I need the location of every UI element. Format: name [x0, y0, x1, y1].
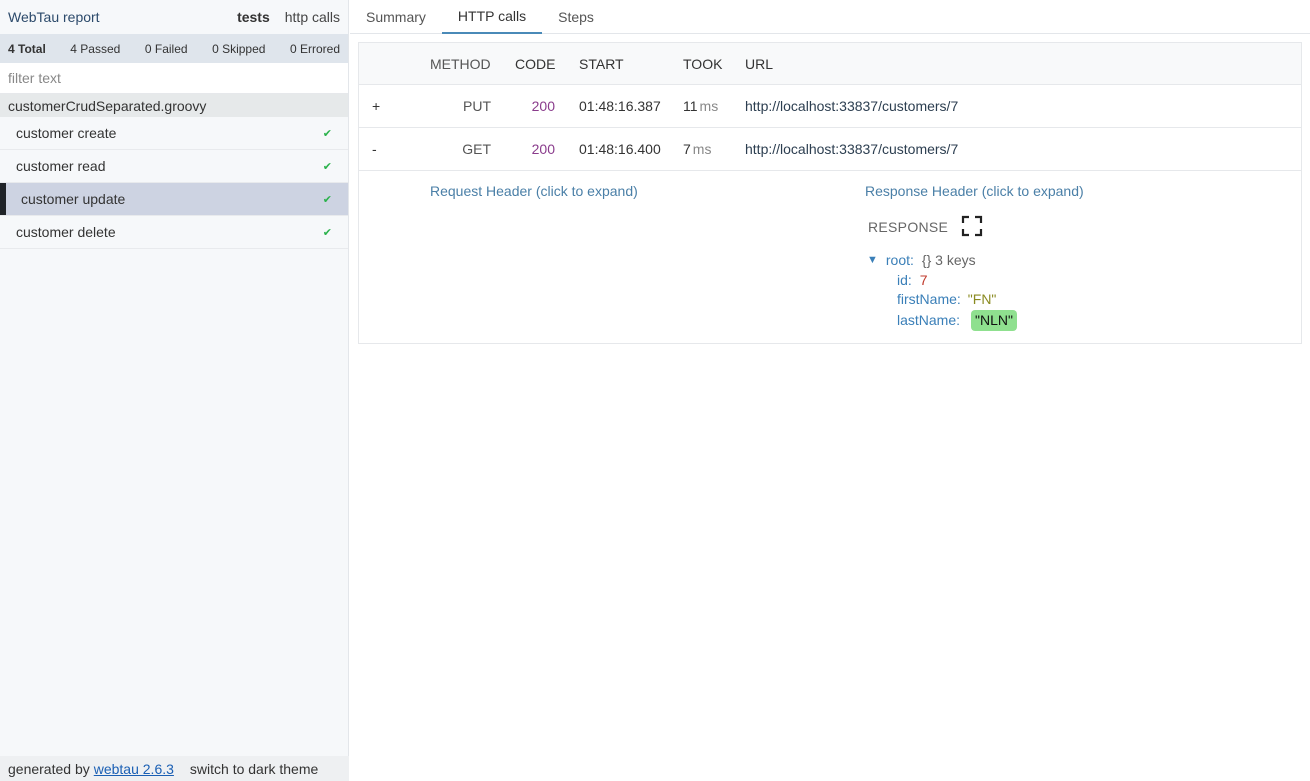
took-unit: ms [692, 141, 712, 157]
check-icon: ✔ [322, 226, 332, 239]
took-value: 11 [683, 98, 698, 114]
test-item-customer-update[interactable]: customer update ✔ [0, 183, 348, 216]
test-item-customer-delete[interactable]: customer delete ✔ [0, 216, 348, 249]
json-meta: {} 3 keys [921, 252, 976, 268]
json-string-highlighted: "NLN" [971, 309, 1017, 331]
col-method: METHOD [430, 55, 491, 72]
test-item-customer-create[interactable]: customer create ✔ [0, 117, 348, 150]
filter-container [0, 63, 348, 94]
stat-errored[interactable]: 0 Errored [290, 42, 340, 56]
request-header-toggle[interactable]: Request Header (click to expand) [430, 183, 638, 199]
took-cell: 7 ms [661, 141, 745, 157]
code-cell: 200 [531, 141, 555, 157]
response-header-toggle[interactable]: Response Header (click to expand) [865, 183, 1084, 199]
stats-bar: 4 Total 4 Passed 0 Failed 0 Skipped 0 Er… [0, 34, 348, 63]
took-cell: 11 ms [661, 98, 745, 114]
stat-total[interactable]: 4 Total [8, 42, 46, 56]
took-unit: ms [699, 98, 719, 114]
code-cell: 200 [531, 98, 555, 114]
call-details: Request Header (click to expand) Respons… [359, 171, 1301, 343]
check-icon: ✔ [322, 193, 332, 206]
check-icon: ✔ [322, 160, 332, 173]
tab-summary[interactable]: Summary [350, 0, 442, 34]
expand-toggle[interactable]: + [359, 98, 430, 114]
sidebar-header: WebTau report tests http calls [0, 0, 348, 34]
took-value: 7 [683, 141, 691, 157]
start-cell: 01:48:16.387 [579, 98, 661, 114]
col-took: TOOK [683, 55, 723, 72]
test-item-label: customer delete [16, 224, 116, 240]
table-row[interactable]: + PUT 200 01:48:16.387 11 ms http://local… [359, 85, 1301, 128]
table-row[interactable]: - GET 200 01:48:16.400 7 ms http://localh… [359, 128, 1301, 171]
col-code: CODE [515, 55, 556, 72]
mode-http-calls-button[interactable]: http calls [285, 9, 340, 25]
col-url: URL [745, 55, 774, 72]
json-key: firstName: [897, 291, 961, 307]
json-key: id: [897, 271, 912, 288]
mode-tests-button[interactable]: tests [237, 9, 270, 25]
start-cell: 01:48:16.400 [579, 141, 661, 157]
switch-theme-button[interactable]: switch to dark theme [190, 761, 318, 777]
json-tree: ▼ root: {} 3 keys id: 7 firstName: "FN" … [867, 251, 1017, 331]
sidebar: WebTau report tests http calls 4 Total 4… [0, 0, 349, 781]
collapse-toggle[interactable]: - [359, 141, 430, 157]
generated-by-label: generated by [8, 760, 90, 777]
test-item-label: customer update [21, 191, 126, 207]
method-cell: PUT [463, 98, 491, 114]
webtau-version-link[interactable]: webtau 2.6.3 [94, 761, 174, 777]
json-number: 7 [919, 271, 928, 288]
json-string: "FN" [967, 291, 997, 307]
app-title[interactable]: WebTau report [8, 9, 222, 25]
filter-input[interactable] [8, 70, 340, 86]
fullscreen-icon[interactable] [961, 215, 983, 237]
test-file-header: customerCrudSeparated.groovy [0, 94, 348, 117]
test-item-label: customer create [16, 125, 117, 141]
sidebar-footer: generated by webtau 2.6.3 switch to dark… [0, 756, 349, 781]
check-icon: ✔ [322, 127, 332, 140]
json-lastname-line: lastName: "NLN" [867, 309, 1017, 331]
json-key: root: [885, 252, 914, 268]
test-item-label: customer read [16, 158, 106, 174]
col-start: START [579, 55, 624, 72]
stat-skipped[interactable]: 0 Skipped [212, 42, 265, 56]
stat-failed[interactable]: 0 Failed [145, 42, 188, 56]
url-cell: http://localhost:33837/customers/7 [745, 141, 959, 157]
tab-steps[interactable]: Steps [542, 0, 610, 34]
tab-http-calls[interactable]: HTTP calls [441, 0, 543, 34]
http-calls-table: METHOD CODE START TOOK URL + PUT 200 01:… [358, 42, 1302, 344]
collapse-arrow-icon[interactable]: ▼ [867, 251, 878, 271]
json-root-line[interactable]: ▼ root: {} 3 keys [867, 251, 1017, 271]
response-label: RESPONSE [868, 219, 949, 235]
table-header-row: METHOD CODE START TOOK URL [359, 43, 1301, 85]
url-cell: http://localhost:33837/customers/7 [745, 98, 959, 114]
tab-bar: Summary HTTP calls Steps [350, 0, 1310, 34]
method-cell: GET [462, 141, 491, 157]
main-panel: Summary HTTP calls Steps METHOD CODE STA… [350, 0, 1310, 781]
stat-passed[interactable]: 4 Passed [70, 42, 120, 56]
json-firstname-line: firstName: "FN" [867, 290, 1017, 310]
json-id-line: id: 7 [867, 271, 1017, 291]
test-item-customer-read[interactable]: customer read ✔ [0, 150, 348, 183]
json-key: lastName: [897, 311, 961, 328]
